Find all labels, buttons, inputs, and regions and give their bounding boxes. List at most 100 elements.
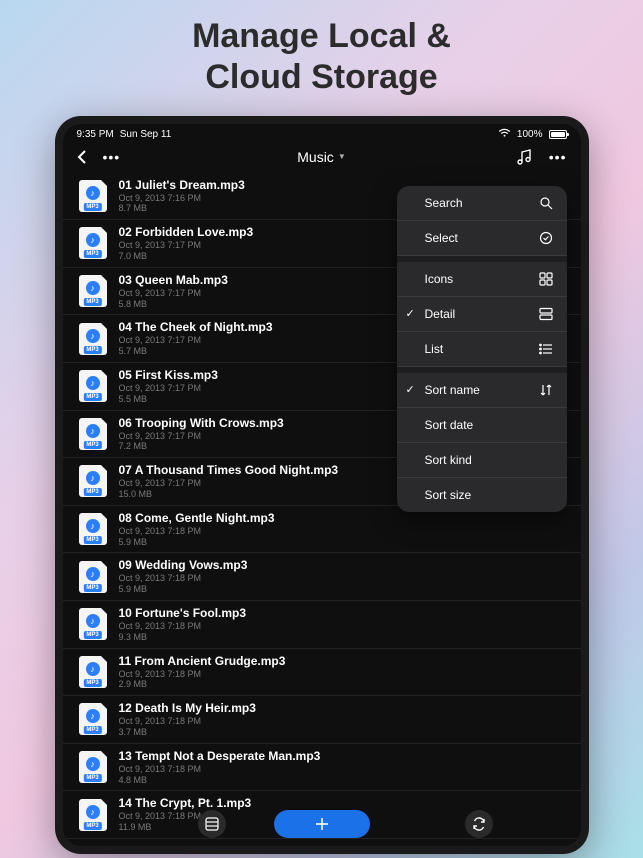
grid-icon xyxy=(539,272,553,286)
menu-item-label: Search xyxy=(425,196,539,210)
wifi-icon xyxy=(498,128,511,141)
menu-item-label: Detail xyxy=(425,307,539,321)
file-name: 14 The Crypt, Pt. 1.mp3 xyxy=(119,796,567,810)
blank-icon xyxy=(539,488,553,502)
sort-icon xyxy=(539,383,553,397)
file-item[interactable]: ♪ MP3 11 From Ancient Grudge.mp3 Oct 9, … xyxy=(63,649,581,697)
file-date: Oct 9, 2013 7:18 PM xyxy=(119,621,567,632)
blank-icon xyxy=(539,418,553,432)
detail-icon xyxy=(539,307,553,321)
mp3-file-icon: ♪ MP3 xyxy=(77,561,109,593)
menu-item-icons[interactable]: Icons xyxy=(397,262,567,297)
headline-line1: Manage Local & xyxy=(0,16,643,57)
file-size: 4.8 MB xyxy=(119,775,567,786)
marketing-headline: Manage Local & Cloud Storage xyxy=(0,0,643,116)
status-date: Sun Sep 11 xyxy=(120,129,172,140)
nav-bar: ••• Music ▼ ••• xyxy=(63,143,581,173)
file-info: 11 From Ancient Grudge.mp3 Oct 9, 2013 7… xyxy=(119,654,567,691)
menu-item-sort-size[interactable]: Sort size xyxy=(397,478,567,512)
file-name: 13 Tempt Not a Desperate Man.mp3 xyxy=(119,749,567,763)
check-icon: ✓ xyxy=(406,383,415,396)
menu-item-label: Select xyxy=(425,231,539,245)
file-item[interactable]: ♪ MP3 13 Tempt Not a Desperate Man.mp3 O… xyxy=(63,744,581,792)
add-button[interactable] xyxy=(274,810,370,838)
mp3-file-icon: ♪ MP3 xyxy=(77,275,109,307)
file-name: 12 Death Is My Heir.mp3 xyxy=(119,701,567,715)
menu-item-detail[interactable]: ✓ Detail xyxy=(397,297,567,332)
menu-item-search[interactable]: Search xyxy=(397,186,567,221)
file-date: Oct 9, 2013 7:18 PM xyxy=(119,573,567,584)
headline-line2: Cloud Storage xyxy=(0,57,643,98)
menu-item-sort-name[interactable]: ✓ Sort name xyxy=(397,373,567,408)
mp3-file-icon: ♪ MP3 xyxy=(77,465,109,497)
file-name: 10 Fortune's Fool.mp3 xyxy=(119,606,567,620)
menu-item-label: Sort name xyxy=(425,383,539,397)
file-name: 11 From Ancient Grudge.mp3 xyxy=(119,654,567,668)
menu-item-label: Sort kind xyxy=(425,453,539,467)
bottom-bar xyxy=(63,810,581,838)
mp3-file-icon: ♪ MP3 xyxy=(77,513,109,545)
file-info: 12 Death Is My Heir.mp3 Oct 9, 2013 7:18… xyxy=(119,701,567,738)
file-item[interactable]: ♪ MP3 08 Come, Gentle Night.mp3 Oct 9, 2… xyxy=(63,506,581,554)
menu-item-label: Sort size xyxy=(425,488,539,502)
search-icon xyxy=(539,196,553,210)
battery-icon xyxy=(549,130,567,139)
nav-title: Music xyxy=(297,149,334,165)
menu-item-label: List xyxy=(425,342,539,356)
menu-item-label: Icons xyxy=(425,272,539,286)
file-date: Oct 9, 2013 7:18 PM xyxy=(119,669,567,680)
mp3-file-icon: ♪ MP3 xyxy=(77,703,109,735)
file-size: 5.9 MB xyxy=(119,537,567,548)
file-info: 15 The Crypt, Pt. 2.mp3 Oct 9, 2013 7:19… xyxy=(119,844,567,846)
file-info: 09 Wedding Vows.mp3 Oct 9, 2013 7:18 PM … xyxy=(119,558,567,595)
file-name: 08 Come, Gentle Night.mp3 xyxy=(119,511,567,525)
mp3-file-icon: ♪ MP3 xyxy=(77,227,109,259)
menu-item-sort-date[interactable]: Sort date xyxy=(397,408,567,443)
file-size: 9.3 MB xyxy=(119,632,567,643)
menu-item-label: Sort date xyxy=(425,418,539,432)
file-date: Oct 9, 2013 7:18 PM xyxy=(119,716,567,727)
view-list-button[interactable] xyxy=(198,810,226,838)
file-item[interactable]: ♪ MP3 10 Fortune's Fool.mp3 Oct 9, 2013 … xyxy=(63,601,581,649)
file-size: 2.9 MB xyxy=(119,679,567,690)
more-left-button[interactable]: ••• xyxy=(103,149,121,165)
more-right-button[interactable]: ••• xyxy=(549,149,567,165)
file-name: 09 Wedding Vows.mp3 xyxy=(119,558,567,572)
device-frame: 9:35 PM Sun Sep 11 100% ••• xyxy=(55,116,589,854)
nav-title-dropdown[interactable]: Music ▼ xyxy=(297,149,345,165)
chevron-down-icon: ▼ xyxy=(338,152,346,161)
file-size: 5.9 MB xyxy=(119,584,567,595)
context-menu: Search Select Icons ✓ Detail List ✓ Sort… xyxy=(397,186,567,512)
mp3-file-icon: ♪ MP3 xyxy=(77,656,109,688)
menu-item-sort-kind[interactable]: Sort kind xyxy=(397,443,567,478)
file-info: 08 Come, Gentle Night.mp3 Oct 9, 2013 7:… xyxy=(119,511,567,548)
file-item[interactable]: ♪ MP3 12 Death Is My Heir.mp3 Oct 9, 201… xyxy=(63,696,581,744)
list-icon xyxy=(539,342,553,356)
file-info: 13 Tempt Not a Desperate Man.mp3 Oct 9, … xyxy=(119,749,567,786)
menu-item-select[interactable]: Select xyxy=(397,221,567,256)
file-item[interactable]: ♪ MP3 09 Wedding Vows.mp3 Oct 9, 2013 7:… xyxy=(63,553,581,601)
mp3-file-icon: ♪ MP3 xyxy=(77,608,109,640)
check-icon: ✓ xyxy=(406,307,415,320)
select-icon xyxy=(539,231,553,245)
battery-pct: 100% xyxy=(517,129,543,140)
status-time: 9:35 PM xyxy=(77,129,114,140)
menu-item-list[interactable]: List xyxy=(397,332,567,367)
file-info: 10 Fortune's Fool.mp3 Oct 9, 2013 7:18 P… xyxy=(119,606,567,643)
screen: 9:35 PM Sun Sep 11 100% ••• xyxy=(63,124,581,846)
file-name: 15 The Crypt, Pt. 2.mp3 xyxy=(119,844,567,846)
back-button[interactable] xyxy=(77,149,87,165)
music-icon-button[interactable] xyxy=(517,149,533,165)
mp3-file-icon: ♪ MP3 xyxy=(77,370,109,402)
mp3-file-icon: ♪ MP3 xyxy=(77,323,109,355)
mp3-file-icon: ♪ MP3 xyxy=(77,180,109,212)
mp3-file-icon: ♪ MP3 xyxy=(77,418,109,450)
mp3-file-icon: ♪ MP3 xyxy=(77,751,109,783)
status-bar: 9:35 PM Sun Sep 11 100% xyxy=(63,124,581,143)
file-item[interactable]: ♪ MP3 15 The Crypt, Pt. 2.mp3 Oct 9, 201… xyxy=(63,839,581,846)
file-date: Oct 9, 2013 7:18 PM xyxy=(119,526,567,537)
sync-button[interactable] xyxy=(465,810,493,838)
file-date: Oct 9, 2013 7:18 PM xyxy=(119,764,567,775)
blank-icon xyxy=(539,453,553,467)
file-size: 3.7 MB xyxy=(119,727,567,738)
